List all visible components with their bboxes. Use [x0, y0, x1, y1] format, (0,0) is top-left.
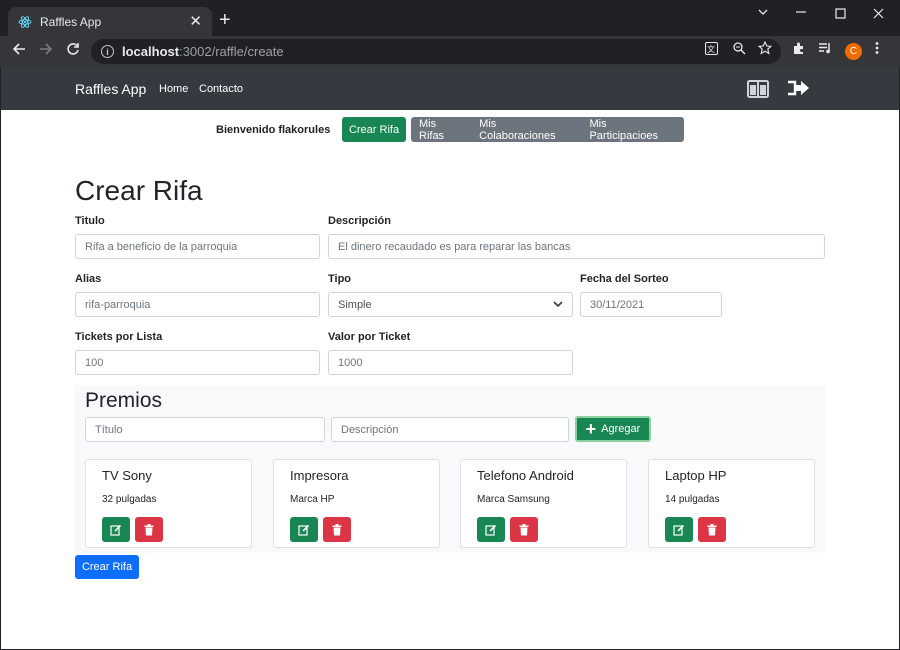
zoom-icon[interactable] — [733, 42, 746, 58]
translate-icon[interactable]: 文 — [705, 42, 718, 58]
edit-premio-button[interactable] — [290, 517, 318, 542]
plus-icon: + — [585, 419, 597, 439]
app-navbar: Raffles App Home Contacto — [1, 67, 899, 110]
tipo-label: Tipo — [328, 273, 352, 285]
delete-premio-button[interactable] — [135, 517, 163, 542]
valor-input[interactable]: 1000 — [328, 350, 573, 375]
premios-title: Premios — [85, 389, 163, 412]
new-tab-button[interactable]: + — [219, 9, 231, 31]
svg-text:文: 文 — [707, 44, 715, 54]
premio-card-title: TV Sony — [102, 468, 152, 483]
premio-titulo-input[interactable]: Título — [85, 417, 325, 442]
mis-participaciones-button[interactable]: Mis Participacioes — [581, 117, 684, 142]
mis-colaboraciones-button[interactable]: Mis Colaboraciones — [471, 117, 581, 142]
premio-card-title: Impresora — [290, 468, 349, 483]
reload-icon[interactable] — [66, 42, 80, 60]
menu-kebab-icon[interactable] — [875, 41, 879, 58]
premio-card-desc: 32 pulgadas — [102, 494, 157, 505]
tab-close-icon[interactable]: ✕ — [189, 14, 202, 29]
edit-premio-button[interactable] — [665, 517, 693, 542]
browser-toolbar: i localhost:3002/raffle/create 文 — [0, 36, 900, 67]
browser-titlebar: Raffles App ✕ + — [0, 0, 900, 36]
tab-search-icon[interactable] — [757, 5, 769, 21]
agregar-premio-button[interactable]: + Agregar — [575, 416, 651, 442]
tipo-select[interactable]: Simple — [328, 292, 573, 317]
premio-card-desc: Marca HP — [290, 494, 335, 505]
page-viewport: Raffles App Home Contacto Bienvenido fla… — [1, 67, 899, 649]
trash-icon — [144, 523, 154, 535]
tickets-input[interactable]: 100 — [75, 350, 320, 375]
chevron-down-icon — [553, 299, 563, 311]
premio-card-title: Laptop HP — [665, 468, 727, 483]
address-bar[interactable]: i localhost:3002/raffle/create — [91, 39, 781, 64]
alias-input[interactable]: rifa-parroquia — [75, 292, 320, 317]
brand-link[interactable]: Raffles App — [75, 81, 146, 97]
forward-icon[interactable] — [39, 42, 53, 60]
welcome-text: Bienvenido flakorules — [216, 124, 331, 136]
nav-contacto-link[interactable]: Contacto — [199, 83, 243, 95]
media-queue-icon[interactable] — [818, 41, 832, 58]
url-text: localhost:3002/raffle/create — [122, 44, 284, 59]
titulo-input[interactable]: Rifa a beneficio de la parroquia — [75, 234, 320, 259]
trash-icon — [332, 523, 342, 535]
edit-icon — [110, 524, 122, 536]
minimize-icon[interactable] — [795, 3, 807, 20]
premio-card-title: Telefono Android — [477, 468, 574, 483]
extensions-icon[interactable] — [792, 41, 806, 58]
premio-card: Laptop HP 14 pulgadas — [648, 459, 815, 548]
premio-card: TV Sony 32 pulgadas — [85, 459, 252, 548]
bookmark-star-icon[interactable] — [757, 40, 773, 58]
delete-premio-button[interactable] — [510, 517, 538, 542]
edit-premio-button[interactable] — [102, 517, 130, 542]
agregar-label: Agregar — [601, 423, 641, 435]
premio-descripcion-input[interactable]: Descripción — [331, 417, 569, 442]
site-info-icon[interactable]: i — [101, 45, 114, 58]
edit-icon — [485, 524, 497, 536]
delete-premio-button[interactable] — [323, 517, 351, 542]
back-icon[interactable] — [12, 42, 26, 60]
user-section-button-group: Mis Rifas Mis Colaboraciones Mis Partici… — [411, 117, 684, 142]
premio-card-desc: 14 pulgadas — [665, 494, 720, 505]
alias-label: Alias — [75, 273, 102, 285]
nav-home-link[interactable]: Home — [159, 83, 188, 95]
delete-premio-button[interactable] — [698, 517, 726, 542]
edit-icon — [673, 524, 685, 536]
tab-title: Raffles App — [40, 14, 102, 29]
edit-icon — [298, 524, 310, 536]
valor-label: Valor por Ticket — [328, 331, 411, 343]
edit-premio-button[interactable] — [477, 517, 505, 542]
titulo-label: Titulo — [75, 215, 105, 227]
premio-card: Telefono Android Marca Samsung — [460, 459, 627, 548]
react-icon — [18, 15, 32, 29]
descripcion-input[interactable]: El dinero recaudado es para reparar las … — [328, 234, 825, 259]
crear-rifa-submit-button[interactable]: Crear Rifa — [75, 555, 139, 579]
close-window-icon[interactable] — [873, 6, 884, 22]
mis-rifas-button[interactable]: Mis Rifas — [411, 117, 471, 142]
tipo-selected-value: Simple — [338, 298, 372, 311]
logout-icon[interactable] — [787, 79, 811, 102]
trash-icon — [519, 523, 529, 535]
premio-card: Impresora Marca HP — [273, 459, 440, 548]
maximize-icon[interactable] — [835, 6, 846, 22]
premio-card-desc: Marca Samsung — [477, 494, 550, 505]
fecha-input[interactable]: 30/11/2021 — [580, 292, 722, 317]
descripcion-label: Descripción — [328, 215, 391, 227]
profile-avatar[interactable]: C — [845, 43, 862, 60]
trash-icon — [707, 523, 717, 535]
fecha-label: Fecha del Sorteo — [580, 273, 669, 285]
crear-rifa-nav-button[interactable]: Crear Rifa — [342, 117, 406, 142]
page-title: Crear Rifa — [75, 175, 203, 206]
browser-tab[interactable]: Raffles App ✕ — [8, 7, 212, 36]
layout-columns-icon[interactable] — [747, 80, 769, 103]
tickets-label: Tickets por Lista — [75, 331, 163, 343]
premios-section: Premios Título Descripción + Agregar TV … — [75, 385, 825, 553]
